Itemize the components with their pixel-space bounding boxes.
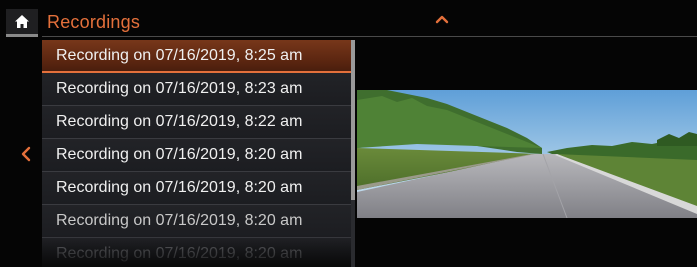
recording-label: Recording on 07/16/2019, 8:22 am [56, 113, 303, 130]
recording-label: Recording on 07/16/2019, 8:20 am [56, 179, 303, 196]
recording-label: Recording on 07/16/2019, 8:20 am [56, 245, 303, 262]
screen: Recordings Recording on 07/16/2019, 8:25… [0, 0, 697, 267]
list-item[interactable]: Recording on 07/16/2019, 8:25 am [42, 40, 353, 73]
recording-label: Recording on 07/16/2019, 8:20 am [56, 212, 303, 229]
home-icon [15, 15, 29, 28]
scrollbar[interactable] [351, 40, 355, 267]
recordings-list: Recording on 07/16/2019, 8:25 am Recordi… [42, 40, 353, 267]
list-item[interactable]: Recording on 07/16/2019, 8:20 am [42, 205, 353, 238]
recording-label: Recording on 07/16/2019, 8:20 am [56, 146, 303, 163]
road-scene-image [357, 90, 697, 218]
header-divider [42, 36, 697, 37]
video-preview[interactable] [357, 90, 697, 218]
home-button[interactable] [6, 9, 38, 37]
chevron-up-icon[interactable] [435, 14, 449, 24]
recording-label: Recording on 07/16/2019, 8:23 am [56, 80, 303, 97]
list-item[interactable]: Recording on 07/16/2019, 8:23 am [42, 73, 353, 106]
list-item[interactable]: Recording on 07/16/2019, 8:20 am [42, 172, 353, 205]
list-item[interactable]: Recording on 07/16/2019, 8:20 am [42, 139, 353, 172]
list-item[interactable]: Recording on 07/16/2019, 8:20 am [42, 238, 353, 267]
recording-label: Recording on 07/16/2019, 8:25 am [56, 46, 303, 64]
list-item[interactable]: Recording on 07/16/2019, 8:22 am [42, 106, 353, 139]
scrollbar-thumb[interactable] [351, 40, 355, 200]
page-title: Recordings [47, 12, 141, 32]
chevron-left-icon[interactable] [21, 146, 31, 162]
